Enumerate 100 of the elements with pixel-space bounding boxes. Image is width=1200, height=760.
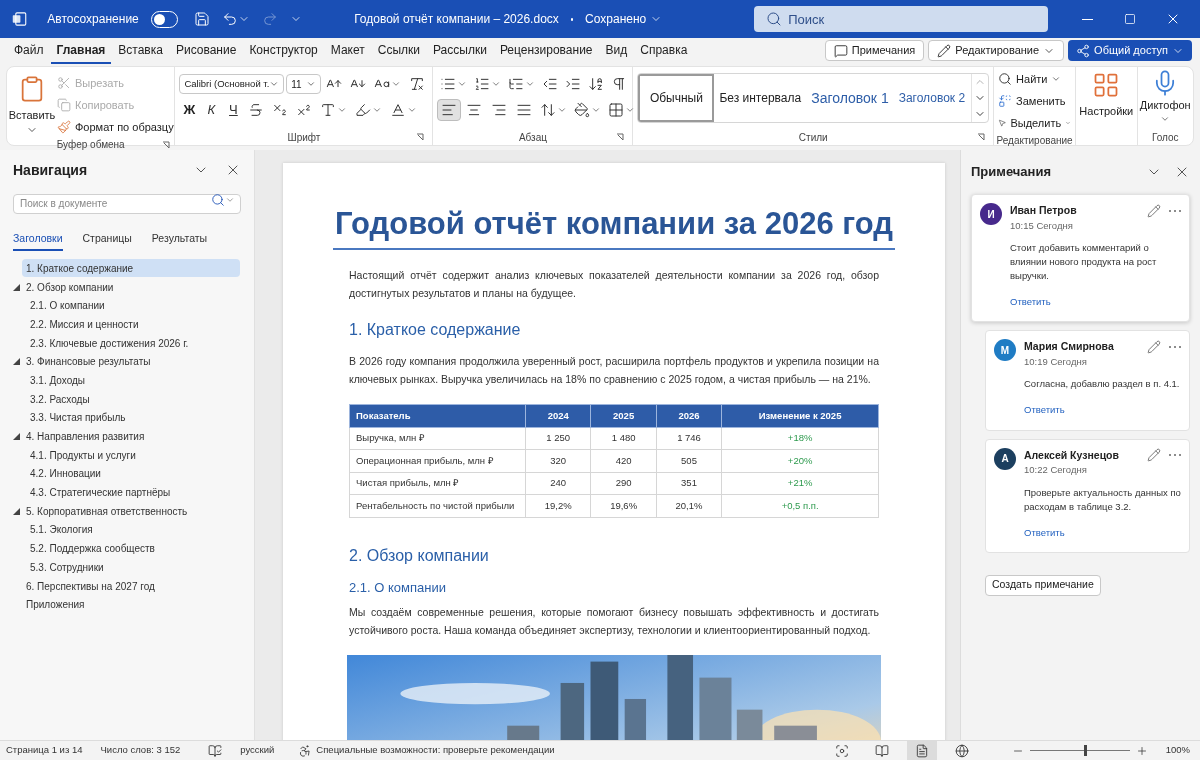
heading-item[interactable]: 5.3. Сотрудники <box>26 558 240 577</box>
section-heading: 1. Краткое содержание <box>349 319 522 340</box>
body-paragraph: В 2026 году компания продолжила уверенный рост, расширила портфель продуктов и укрепила позиции на ключевых рынках. Выручка увеличилась на 18% по сравнению с 2025 годом, а чистая прибыль — на 21%. <box>349 353 879 387</box>
nav-tab[interactable]: Результаты <box>151 229 208 251</box>
heading-item[interactable]: 2.3. Ключевые достижения 2026 г. <box>26 334 240 353</box>
heading-item[interactable]: 3.2. Расходы <box>26 390 240 409</box>
reply-link[interactable]: Ответить <box>1024 525 1065 540</box>
table-cell: Чистая прибыль, млн ₽ <box>349 472 526 495</box>
table-cell: 505 <box>656 449 722 473</box>
comment-time: 10:19 Сегодня <box>1024 355 1088 369</box>
comment-text: Проверьте актуальность данных по расходам в таблице 3.2. <box>1024 485 1181 514</box>
comment-card[interactable]: М Мария Смирнова 10:19 Сегодня Согласна, добавлю раздел в п. 4.1. Ответить <box>985 330 1190 431</box>
italic-button[interactable]: К <box>201 99 222 121</box>
group-label: Буфер обмена <box>56 138 125 152</box>
find-button[interactable]: Найти <box>998 69 1072 89</box>
heading-item[interactable]: 2. Обзор компании <box>22 278 240 297</box>
group-label: Стили <box>798 130 828 145</box>
comment-card[interactable]: И Иван Петров 10:15 Сегодня Стоит добавить комментарий о влиянии нового продукта на рост выручки. Ответить <box>971 194 1190 323</box>
heading-item[interactable]: 4. Направления развития <box>22 427 240 446</box>
table-cell: 290 <box>590 472 657 495</box>
ribbon-tab[interactable]: Конструктор <box>243 38 324 64</box>
table-cell: Операционная прибыль, млн ₽ <box>349 449 526 473</box>
share-button[interactable]: Общий доступ <box>1068 40 1192 61</box>
comment-text: Согласна, добавлю раздел в п. 4.1. <box>1024 377 1181 392</box>
comments-button[interactable]: Примечания <box>824 40 925 61</box>
comment-text: Стоит добавить комментарий о влиянии нового продукта на рост выручки. <box>1010 241 1158 283</box>
column-header: 2024 <box>525 404 591 428</box>
table-cell: 1 480 <box>590 427 657 450</box>
editing-mode-button[interactable]: Редактирование <box>928 40 1065 61</box>
save-state[interactable]: Сохранено <box>585 10 663 28</box>
heading-item[interactable]: 4.2. Инновации <box>26 464 240 483</box>
heading-item[interactable]: 3.1. Доходы <box>26 371 240 390</box>
style-option[interactable]: Заголовок 2 <box>893 74 971 122</box>
heading-item[interactable]: 2.2. Миссия и ценности <box>26 315 240 334</box>
style-option[interactable]: Без интервала <box>714 74 807 122</box>
page-count[interactable]: Страница 1 из 14 <box>6 743 83 758</box>
table-cell: +20% <box>721 449 879 473</box>
select-button[interactable]: Выделить <box>998 113 1072 133</box>
comment-card[interactable]: А Алексей Кузнецов 10:22 Сегодня Проверьте актуальность данных по расходам в таблице 3.2. Ответить <box>985 438 1190 553</box>
accessibility-button[interactable]: Специальные возможности: проверьте рекомендации <box>298 743 555 758</box>
format-painter-button[interactable]: Формат по образцу <box>57 117 174 137</box>
ribbon-tab[interactable]: Вид <box>599 38 634 64</box>
ribbon-tab[interactable]: Ссылки <box>371 38 426 64</box>
group-label: Шрифт <box>287 130 321 145</box>
replace-button[interactable]: Заменить <box>998 91 1072 111</box>
reply-link[interactable]: Ответить <box>1024 403 1065 418</box>
column-header: Показатель <box>349 404 526 428</box>
heading-item[interactable]: Приложения <box>22 595 240 614</box>
body-paragraph: Настоящий отчёт содержит анализ ключевых показателей деятельности компании за 2026 год, обзор достигнутых результатов и планы на будущее. <box>349 267 879 301</box>
heading-item[interactable]: 5.1. Экология <box>26 520 240 539</box>
ribbon-tab[interactable]: Справка <box>634 38 694 64</box>
style-option[interactable]: Заголовок 1 <box>806 74 894 122</box>
reply-link[interactable]: Ответить <box>1010 295 1051 310</box>
dictate-button[interactable]: Диктофон <box>1137 67 1193 129</box>
language[interactable]: русский <box>240 743 275 758</box>
table-cell: 420 <box>590 449 657 473</box>
font-size-select[interactable]: 11 <box>286 74 322 94</box>
ribbon-tab[interactable]: Рецензирование <box>493 38 599 64</box>
ribbon-tab[interactable]: Вставка <box>112 38 169 64</box>
pane-title: Навигация <box>13 160 88 180</box>
paste-button[interactable]: Вставить <box>7 71 57 137</box>
heading-item[interactable]: 5.2. Поддержка сообществ <box>26 539 240 558</box>
group-label: Редактирование <box>996 134 1073 148</box>
underline-button[interactable]: Ч <box>223 99 244 121</box>
heading-item[interactable]: 6. Перспективы на 2027 год <box>22 577 240 596</box>
heading-item[interactable]: 2.1. О компании <box>26 296 240 315</box>
heading-item[interactable]: 1. Краткое содержание <box>22 259 240 278</box>
column-header: Изменение к 2025 <box>721 404 879 428</box>
bold-button[interactable]: Ж <box>179 99 200 121</box>
search-field[interactable]: Поиск <box>754 6 1049 32</box>
group-label: Абзац <box>518 130 547 145</box>
ribbon-tab[interactable]: Рисование <box>169 38 243 64</box>
heading-item[interactable]: 4.1. Продукты и услуги <box>26 446 240 465</box>
document-search-field[interactable]: Поиск в документе <box>13 193 241 214</box>
nav-tab[interactable]: Заголовки <box>13 229 63 251</box>
table-cell: 1 746 <box>656 427 722 450</box>
autosave-label: Автосохранение <box>47 11 139 28</box>
heading-item[interactable]: 3. Финансовые результаты <box>22 352 240 371</box>
ribbon-tab[interactable]: Рассылки <box>427 38 493 64</box>
heading-item[interactable]: 5. Корпоративная ответственность <box>22 502 240 521</box>
comment-time: 10:15 Сегодня <box>1010 218 1074 233</box>
column-header: 2025 <box>590 404 657 428</box>
addins-button[interactable]: Настройки <box>1076 67 1137 145</box>
new-comment-button[interactable]: Создать примечание <box>985 574 1101 596</box>
ribbon-tab[interactable]: Макет <box>324 38 371 64</box>
section-heading: 2. Обзор компании <box>349 545 490 566</box>
ribbon-tab[interactable]: Файл <box>8 38 50 64</box>
font-name-select[interactable]: Calibri (Основной т. <box>179 74 285 94</box>
comment-time: 10:22 Сегодня <box>1024 463 1088 478</box>
nav-tab[interactable]: Страницы <box>82 229 132 251</box>
document-title: Годовой отчёт компании за 2026 год <box>334 205 894 243</box>
word-count[interactable]: Число слов: 3 152 <box>100 743 181 758</box>
zoom-level[interactable]: 100% <box>1165 743 1190 758</box>
style-option[interactable]: Обычный <box>638 74 715 122</box>
heading-item[interactable]: 3.3. Чистая прибыль <box>26 408 240 427</box>
comment-author: Иван Петров <box>1010 203 1077 218</box>
comment-author: Алексей Кузнецов <box>1024 447 1119 463</box>
heading-item[interactable]: 4.3. Стратегические партнёры <box>26 483 240 502</box>
group-label: Голос <box>1151 130 1179 145</box>
document-title: Годовой отчёт компании – 2026.docx <box>354 11 559 28</box>
